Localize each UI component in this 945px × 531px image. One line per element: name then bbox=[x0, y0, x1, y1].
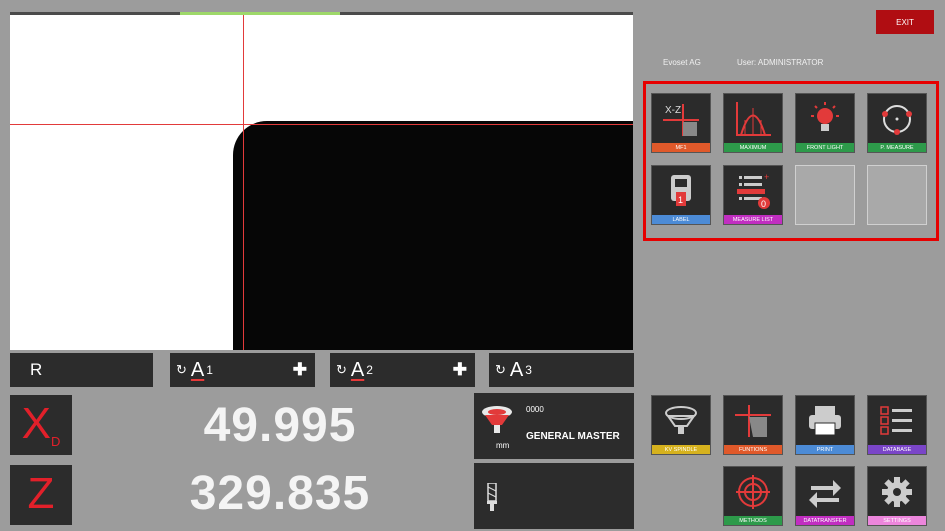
spindle-icon bbox=[652, 396, 710, 445]
crosshair-horizontal bbox=[10, 124, 633, 125]
axis-a1-field[interactable]: ↻ A 1 ✚ bbox=[170, 353, 315, 387]
methods-label: METHODS bbox=[724, 516, 782, 525]
database-icon bbox=[868, 396, 926, 445]
add-a1-button[interactable]: ✚ bbox=[293, 360, 307, 380]
axis-a1-sub: 1 bbox=[206, 363, 213, 377]
tile-measure-list[interactable]: +0 MEASURE LIST bbox=[723, 165, 783, 225]
tile-maximum[interactable]: MAXIMUM bbox=[723, 93, 783, 153]
z-readout-value: 329.835 bbox=[189, 466, 371, 520]
x-readout-value: 49.995 bbox=[203, 398, 357, 452]
xz-axis-icon: X-Z bbox=[652, 94, 710, 143]
svg-text:1: 1 bbox=[678, 195, 683, 205]
kv-spindle-button[interactable]: KV SPINDLE bbox=[651, 395, 711, 455]
measure-list-icon: +0 bbox=[724, 166, 782, 215]
axis-a3-sub: 3 bbox=[525, 363, 532, 377]
progress-indicator bbox=[180, 12, 340, 15]
x-axis-label: XD bbox=[10, 395, 72, 455]
user-label: User: ADMINISTRATOR bbox=[737, 58, 824, 67]
functions-label: FUNTIONS bbox=[724, 445, 782, 454]
label-printer-icon: 1 bbox=[652, 166, 710, 215]
measure-list-badge: 0 bbox=[761, 199, 766, 209]
add-a2-button[interactable]: ✚ bbox=[453, 360, 467, 380]
tile-label-label: LABEL bbox=[652, 215, 710, 224]
datatransfer-label: DATATRANSFER bbox=[796, 516, 854, 525]
tile-measure-list-label: MEASURE LIST bbox=[724, 215, 782, 224]
transfer-arrows-icon bbox=[796, 467, 854, 516]
tile-label[interactable]: 1 LABEL bbox=[651, 165, 711, 225]
database-label: DATABASE bbox=[868, 445, 926, 454]
tile-mf1[interactable]: X-Z MF1 bbox=[651, 93, 711, 153]
tile-p-measure-label: P. MEASURE bbox=[868, 143, 926, 152]
svg-text:X-Z: X-Z bbox=[665, 105, 681, 116]
axis-r-field[interactable]: R bbox=[10, 353, 153, 387]
functions-icon bbox=[724, 396, 782, 445]
tile-maximum-label: MAXIMUM bbox=[724, 143, 782, 152]
x-axis-sub: D bbox=[50, 434, 61, 449]
tile-empty-2[interactable] bbox=[867, 165, 927, 225]
master-code: 0000 bbox=[526, 405, 544, 414]
workpiece-silhouette bbox=[233, 121, 633, 350]
axis-a3-label: A bbox=[509, 358, 524, 381]
rotate-icon: ↻ bbox=[336, 362, 347, 377]
axis-a2-sub: 2 bbox=[366, 363, 373, 377]
settings-button[interactable]: SETTINGS bbox=[867, 466, 927, 526]
database-button[interactable]: DATABASE bbox=[867, 395, 927, 455]
gear-icon bbox=[868, 467, 926, 516]
circle-points-icon bbox=[868, 94, 926, 143]
axis-a2-label: A bbox=[350, 358, 365, 381]
x-axis-letter: X bbox=[21, 399, 51, 448]
exit-button[interactable]: EXIT bbox=[876, 10, 934, 34]
target-icon bbox=[724, 467, 782, 516]
printer-icon bbox=[796, 396, 854, 445]
tool-holder-selector[interactable] bbox=[474, 463, 634, 529]
axis-a1-label: A bbox=[190, 358, 205, 381]
print-label: PRINT bbox=[796, 445, 854, 454]
kv-spindle-label: KV SPINDLE bbox=[652, 445, 710, 454]
bulb-icon bbox=[796, 94, 854, 143]
tile-front-light-label: FRONT LIGHT bbox=[796, 143, 854, 152]
svg-text:+: + bbox=[764, 172, 769, 182]
tile-p-measure[interactable]: P. MEASURE bbox=[867, 93, 927, 153]
camera-view[interactable] bbox=[10, 12, 633, 350]
rotate-icon: ↻ bbox=[176, 362, 187, 377]
datatransfer-button[interactable]: DATATRANSFER bbox=[795, 466, 855, 526]
company-name: Evoset AG bbox=[663, 58, 701, 67]
master-selector[interactable]: 0000 GENERAL MASTER mm bbox=[474, 393, 634, 459]
tile-mf1-label: MF1 bbox=[652, 143, 710, 152]
maximum-curve-icon bbox=[724, 94, 782, 143]
spindle-icon bbox=[480, 403, 514, 442]
z-axis-letter: Z bbox=[27, 469, 55, 518]
drill-bit-icon bbox=[486, 482, 498, 516]
tile-front-light[interactable]: FRONT LIGHT bbox=[795, 93, 855, 153]
crosshair-vertical bbox=[243, 15, 244, 350]
z-axis-label: Z bbox=[10, 465, 72, 525]
methods-button[interactable]: METHODS bbox=[723, 466, 783, 526]
rotate-icon: ↻ bbox=[495, 362, 506, 377]
axis-a3-field[interactable]: ↻ A 3 bbox=[489, 353, 634, 387]
axis-a2-field[interactable]: ↻ A 2 ✚ bbox=[330, 353, 475, 387]
master-name: GENERAL MASTER bbox=[526, 431, 620, 442]
tile-empty-1[interactable] bbox=[795, 165, 855, 225]
axis-r-label: R bbox=[30, 360, 43, 379]
functions-button[interactable]: FUNTIONS bbox=[723, 395, 783, 455]
settings-label: SETTINGS bbox=[868, 516, 926, 525]
print-button[interactable]: PRINT bbox=[795, 395, 855, 455]
unit-label: mm bbox=[496, 441, 510, 450]
